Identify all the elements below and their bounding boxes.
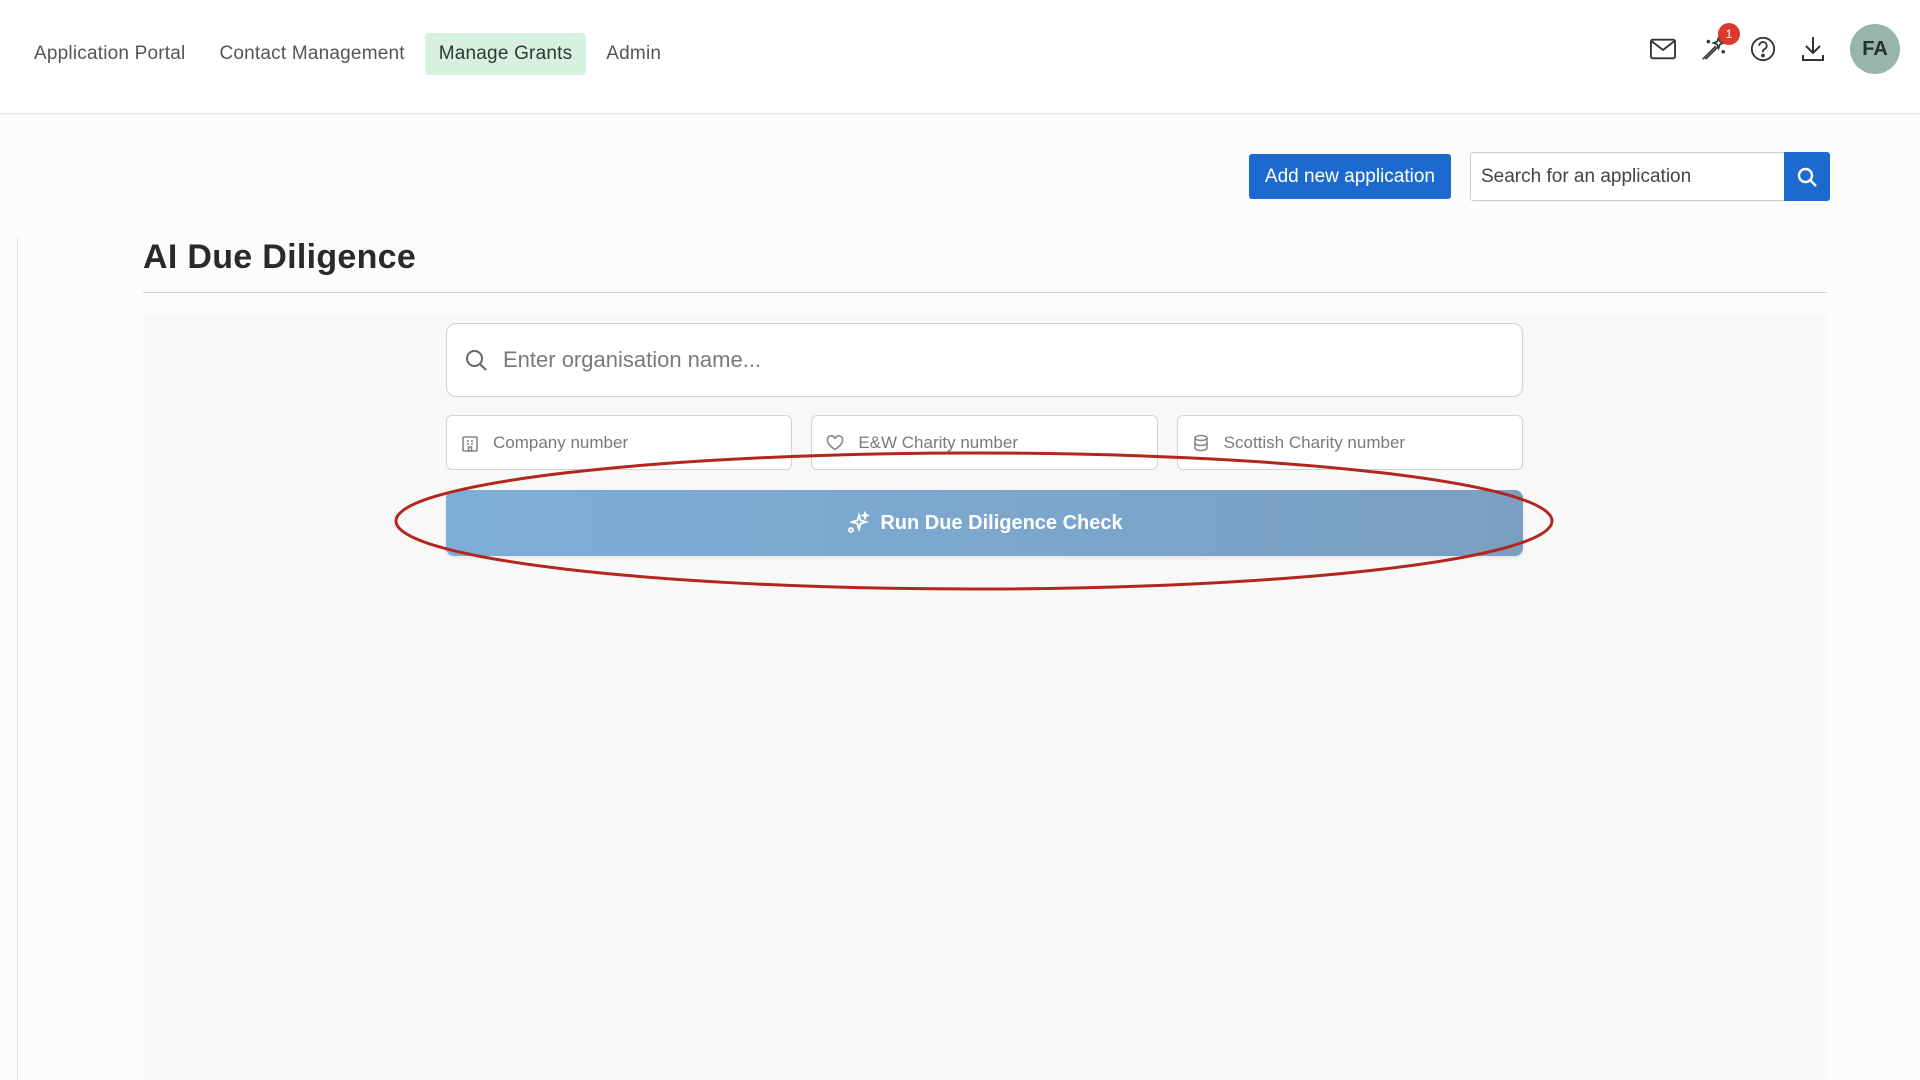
nav-application-portal[interactable]: Application Portal [20, 33, 199, 75]
download-icon[interactable] [1800, 36, 1826, 62]
sparkle-icon [848, 511, 871, 533]
page-title: AI Due Diligence [143, 238, 417, 276]
search-icon [466, 350, 487, 371]
main-nav: Application Portal Contact Management Ma… [20, 33, 675, 75]
search-icon [1797, 167, 1817, 187]
building-icon [462, 435, 478, 452]
database-icon [1193, 434, 1208, 451]
scottish-charity-number-field [1176, 415, 1523, 470]
add-new-application-button[interactable]: Add new application [1248, 154, 1451, 199]
notification-badge: 1 [1718, 23, 1740, 45]
run-button-label: Run Due Diligence Check [880, 511, 1123, 534]
avatar[interactable]: FA [1850, 24, 1900, 74]
scottish-charity-number-input[interactable] [1223, 432, 1504, 453]
nav-admin[interactable]: Admin [592, 33, 675, 75]
page-actions: Add new application [1248, 152, 1830, 201]
organisation-search [446, 323, 1523, 397]
company-number-field [446, 415, 793, 470]
top-navigation-bar: Application Portal Contact Management Ma… [0, 0, 1920, 114]
mail-icon[interactable] [1650, 36, 1676, 62]
header-icons: 1 FA [1650, 23, 1900, 74]
title-divider [143, 292, 1827, 293]
heart-icon [826, 434, 844, 450]
application-search [1470, 152, 1830, 201]
search-button[interactable] [1784, 152, 1830, 201]
ew-charity-number-input[interactable] [858, 432, 1139, 453]
run-due-diligence-button[interactable]: Run Due Diligence Check [446, 490, 1523, 556]
nav-manage-grants[interactable]: Manage Grants [424, 33, 587, 75]
help-icon[interactable] [1750, 36, 1776, 62]
application-search-input[interactable] [1470, 152, 1784, 201]
left-divider [17, 238, 18, 1080]
identifier-fields [446, 415, 1523, 470]
organisation-name-input[interactable] [503, 347, 1463, 373]
ew-charity-number-field [811, 415, 1158, 470]
magic-wand-icon[interactable]: 1 [1700, 23, 1740, 62]
company-number-input[interactable] [493, 432, 773, 453]
nav-contact-management[interactable]: Contact Management [205, 33, 418, 75]
